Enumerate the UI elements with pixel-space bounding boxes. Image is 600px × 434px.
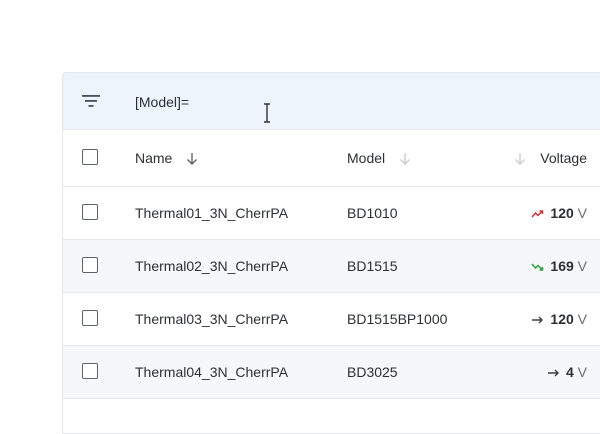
table-row[interactable]: Thermal01_3N_CherrPA BD1010 120 V — [63, 187, 600, 240]
trend-down-icon — [531, 263, 544, 272]
voltage-unit: V — [577, 311, 587, 327]
filter-bar — [63, 73, 600, 130]
cell-voltage: 120 V — [531, 310, 587, 328]
cell-voltage: 120 V — [531, 204, 587, 222]
trend-up-icon — [531, 210, 544, 218]
sort-down-arrow-icon[interactable] — [186, 152, 198, 166]
select-all-checkbox[interactable] — [82, 149, 98, 165]
sort-down-arrow-icon[interactable] — [514, 152, 526, 166]
column-header-name-label: Name — [135, 150, 173, 166]
voltage-value: 4 — [565, 364, 574, 380]
data-grid: Name Model Voltage Thermal01_3N_CherrPA … — [62, 72, 600, 434]
column-header-voltage-label: Voltage — [540, 150, 587, 166]
table-row[interactable]: Thermal02_3N_CherrPA BD1515 169 V — [63, 240, 600, 293]
voltage-unit: V — [577, 364, 587, 380]
cell-name: Thermal03_3N_CherrPA — [135, 311, 289, 327]
voltage-value: 120 — [550, 311, 574, 327]
cell-voltage: 169 V — [531, 257, 587, 275]
voltage-value: 169 — [550, 258, 574, 274]
sort-down-arrow-icon[interactable] — [399, 152, 411, 166]
voltage-unit: V — [577, 258, 587, 274]
column-header-name[interactable]: Name — [135, 149, 198, 167]
cell-name: Thermal01_3N_CherrPA — [135, 205, 289, 221]
column-header-model-label: Model — [347, 150, 386, 166]
table-row[interactable]: Thermal03_3N_CherrPA BD1515BP1000 120 V — [63, 293, 600, 346]
row-checkbox[interactable] — [82, 204, 98, 220]
cell-voltage: 4 V — [547, 363, 587, 381]
row-checkbox[interactable] — [82, 257, 98, 273]
column-header-model[interactable]: Model — [347, 149, 411, 167]
row-checkbox[interactable] — [82, 310, 98, 326]
cell-name: Thermal04_3N_CherrPA — [135, 364, 289, 380]
column-header-voltage[interactable]: Voltage — [514, 149, 587, 167]
cell-model: BD1515 — [347, 258, 398, 274]
text-cursor-icon — [264, 103, 270, 123]
cell-model: BD1515BP1000 — [347, 311, 448, 327]
table-row[interactable]: Thermal04_3N_CherrPA BD3025 4 V — [63, 346, 600, 399]
filter-input[interactable] — [135, 91, 435, 113]
cell-name: Thermal02_3N_CherrPA — [135, 258, 289, 274]
row-checkbox[interactable] — [82, 363, 98, 379]
voltage-unit: V — [577, 205, 587, 221]
filter-icon[interactable] — [82, 94, 100, 108]
cell-model: BD1010 — [347, 205, 398, 221]
trend-flat-icon — [532, 316, 544, 324]
voltage-value: 120 — [550, 205, 574, 221]
cell-model: BD3025 — [347, 364, 398, 380]
table-header-row: Name Model Voltage — [63, 130, 600, 187]
trend-flat-icon — [547, 369, 559, 377]
